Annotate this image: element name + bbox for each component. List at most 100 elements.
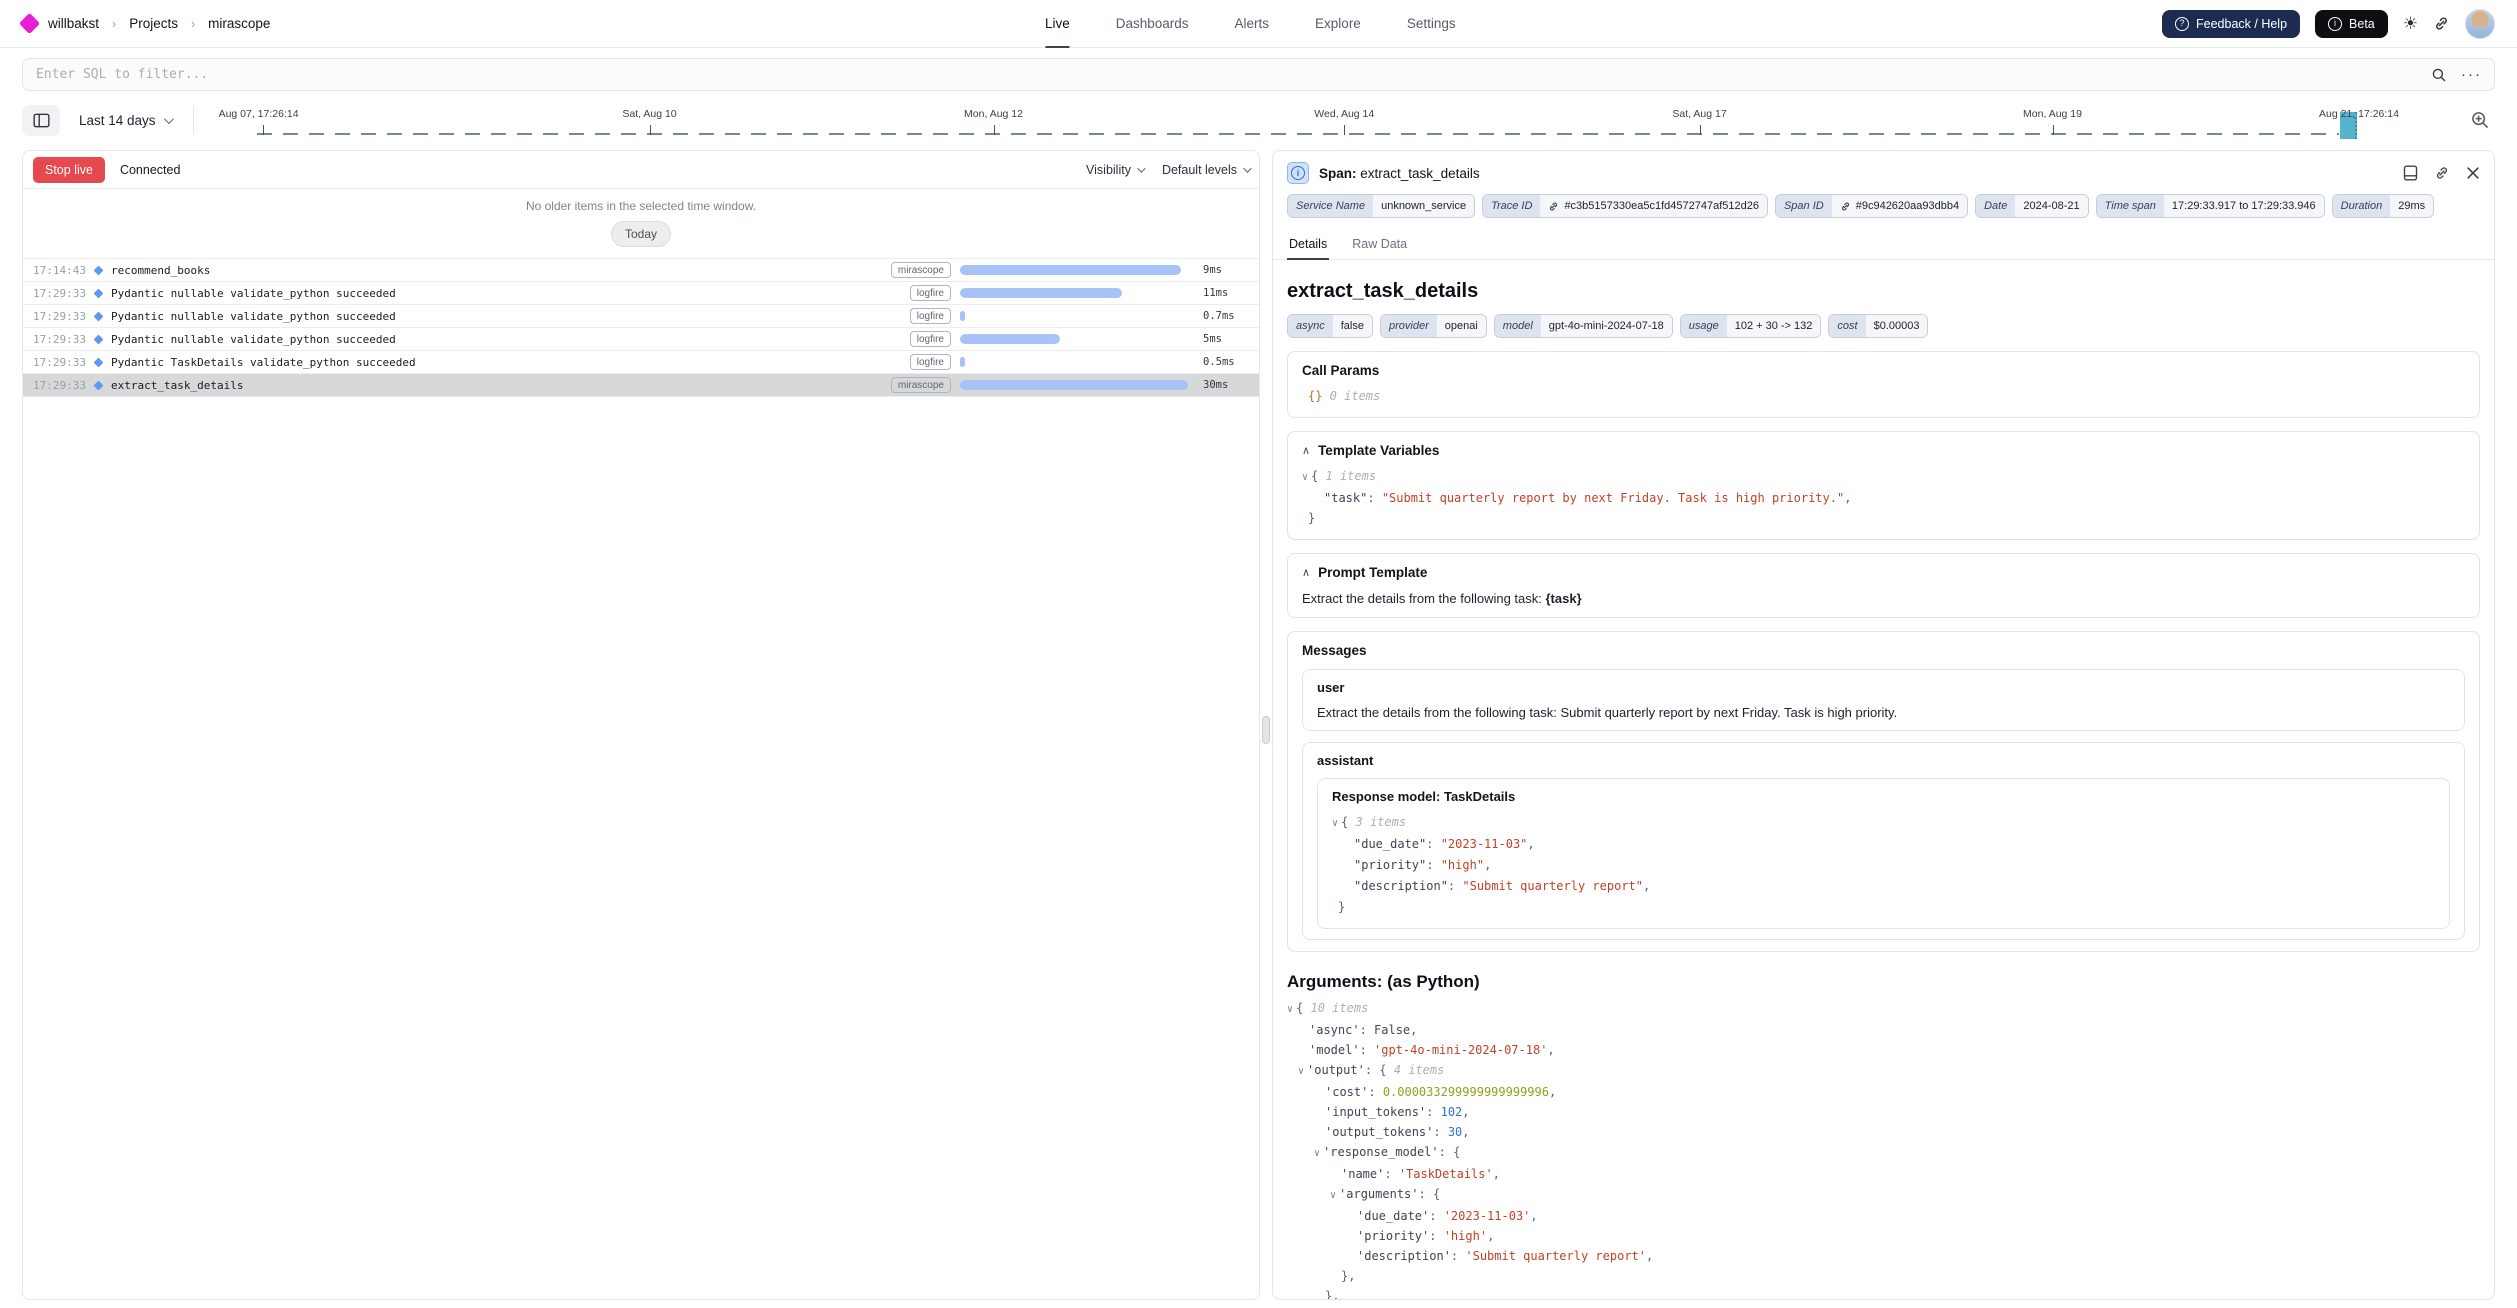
- code-token: 'gpt-4o-mini-2024-07-18': [1374, 1043, 1547, 1057]
- code-token: 'high': [1444, 1229, 1487, 1243]
- trace-row[interactable]: 17:14:43recommend_booksmirascope9ms: [23, 259, 1259, 282]
- duration-bar: [960, 380, 1188, 390]
- logfire-logo-icon[interactable]: [19, 13, 40, 34]
- collapse-caret-icon[interactable]: ∨: [1298, 1066, 1304, 1077]
- meta-pill-label: Service Name: [1288, 195, 1373, 217]
- span-header: i Span: extract_task_details: [1273, 151, 2494, 191]
- breadcrumb-project-name[interactable]: mirascope: [208, 16, 270, 31]
- code-token: 'async': [1309, 1023, 1360, 1037]
- attr-pill-value: openai: [1437, 315, 1486, 337]
- code-line: },: [1287, 1286, 2480, 1300]
- feedback-help-button[interactable]: ? Feedback / Help: [2162, 10, 2300, 38]
- timeline-scrubber[interactable]: Aug 07, 17:26:14 Aug 21, 17:26:14 Sat, A…: [207, 99, 2455, 141]
- visibility-dropdown[interactable]: Visibility: [1086, 163, 1143, 177]
- meta-pill-trace-id[interactable]: Trace ID#c3b5157330ea5c1fd4572747af512d2…: [1482, 194, 1768, 218]
- time-range-select[interactable]: Last 14 days: [70, 113, 180, 128]
- more-options-icon[interactable]: ···: [2461, 66, 2482, 83]
- code-token: :: [1426, 837, 1440, 851]
- code-token: False: [1374, 1023, 1410, 1037]
- collapse-caret-icon[interactable]: ∨: [1314, 1148, 1320, 1159]
- pane-resize-handle[interactable]: [1262, 716, 1270, 744]
- code-line: "description": "Submit quarterly report"…: [1332, 876, 2435, 897]
- trace-row[interactable]: 17:29:33Pydantic TaskDetails validate_py…: [23, 351, 1259, 374]
- user-message-card: user Extract the details from the follow…: [1302, 669, 2465, 731]
- collapse-chevron-icon[interactable]: ∧: [1302, 566, 1310, 579]
- chevron-down-icon: [1243, 164, 1251, 172]
- breadcrumb-org[interactable]: willbakst: [48, 16, 99, 31]
- collapse-caret-icon[interactable]: ∨: [1302, 472, 1308, 483]
- dock-panel-icon[interactable]: [2403, 165, 2418, 181]
- user-avatar[interactable]: [2465, 9, 2495, 39]
- meta-pill-value-text: 2024-08-21: [2023, 200, 2079, 212]
- code-token: 'response_model': [1323, 1145, 1439, 1159]
- duration-bar: [960, 334, 1060, 344]
- code-token: }: [1338, 900, 1345, 914]
- copy-link-icon[interactable]: [2434, 165, 2450, 181]
- chevron-right-icon: ›: [191, 17, 195, 31]
- code-token: ,: [1547, 1043, 1554, 1057]
- trace-row[interactable]: 17:29:33Pydantic nullable validate_pytho…: [23, 305, 1259, 328]
- code-token: 'input_tokens': [1325, 1105, 1426, 1119]
- duration-bar: [960, 265, 1181, 275]
- duration-bar-track: [960, 311, 1188, 321]
- link-icon: [1840, 201, 1851, 212]
- code-token: ,: [1643, 879, 1650, 893]
- chevron-down-icon: [164, 114, 174, 124]
- trace-row-tag: logfire: [910, 331, 951, 347]
- collapse-caret-icon[interactable]: ∨: [1287, 1004, 1293, 1015]
- stop-live-button[interactable]: Stop live: [33, 157, 105, 183]
- trace-row-duration: 11ms: [1197, 287, 1249, 299]
- theme-toggle-icon[interactable]: ☀: [2403, 14, 2418, 34]
- meta-pill-value-text: unknown_service: [1381, 200, 1466, 212]
- breadcrumb-projects[interactable]: Projects: [129, 16, 178, 31]
- collapse-caret-icon[interactable]: ∨: [1332, 818, 1338, 829]
- code-line: "due_date": "2023-11-03",: [1332, 834, 2435, 855]
- attr-pill-provider: provideropenai: [1380, 314, 1487, 338]
- sidebar-toggle-button[interactable]: [22, 105, 60, 136]
- tab-dashboards[interactable]: Dashboards: [1116, 0, 1189, 48]
- code-token: {: [1453, 1145, 1460, 1159]
- span-tab-details[interactable]: Details: [1287, 229, 1329, 260]
- meta-pill-label: Span ID: [1776, 195, 1832, 217]
- code-token: ,: [1646, 1249, 1653, 1263]
- trace-row[interactable]: 17:29:33extract_task_detailsmirascope30m…: [23, 374, 1259, 397]
- attr-pill-label: model: [1495, 315, 1541, 337]
- sql-filter-placeholder: Enter SQL to filter...: [36, 67, 208, 82]
- duration-bar-track: [960, 380, 1188, 390]
- timeline-tick: [263, 125, 264, 135]
- code-token: 1 items: [1318, 469, 1376, 483]
- tab-live[interactable]: Live: [1045, 0, 1070, 48]
- attr-pill-value: gpt-4o-mini-2024-07-18: [1541, 315, 1672, 337]
- code-token: "2023-11-03": [1441, 837, 1528, 851]
- visibility-label: Visibility: [1086, 163, 1131, 177]
- default-levels-dropdown[interactable]: Default levels: [1162, 163, 1249, 177]
- collapse-chevron-icon[interactable]: ∧: [1302, 444, 1310, 457]
- tab-explore[interactable]: Explore: [1315, 0, 1361, 48]
- span-diamond-icon: [94, 288, 104, 298]
- close-icon[interactable]: [2466, 166, 2480, 180]
- duration-bar-track: [960, 265, 1188, 275]
- code-token: }: [1308, 511, 1315, 525]
- code-token: 'arguments': [1339, 1187, 1418, 1201]
- collapse-caret-icon[interactable]: ∨: [1330, 1190, 1336, 1201]
- tab-alerts[interactable]: Alerts: [1235, 0, 1270, 48]
- meta-pill-span-id[interactable]: Span ID#9c942620aa93dbb4: [1775, 194, 1968, 218]
- sql-filter-input[interactable]: Enter SQL to filter...: [22, 58, 2495, 91]
- search-icon[interactable]: [2431, 67, 2447, 83]
- code-token: 3 items: [1348, 815, 1406, 829]
- timeline-tick-label: Sat, Aug 10: [622, 108, 676, 120]
- code-token: ,: [1487, 1229, 1494, 1243]
- beta-button[interactable]: i Beta: [2315, 10, 2388, 38]
- share-link-icon[interactable]: [2433, 15, 2450, 32]
- trace-row[interactable]: 17:29:33Pydantic nullable validate_pytho…: [23, 282, 1259, 305]
- prompt-template-title: Prompt Template: [1318, 565, 1427, 580]
- code-token: :: [1360, 1023, 1374, 1037]
- tab-settings[interactable]: Settings: [1407, 0, 1456, 48]
- zoom-in-icon[interactable]: [2465, 110, 2495, 130]
- code-line: 'description': 'Submit quarterly report'…: [1287, 1246, 2480, 1266]
- span-tab-raw-data[interactable]: Raw Data: [1350, 229, 1409, 260]
- code-token: 0.000033299999999999996: [1383, 1085, 1549, 1099]
- code-token: :: [1360, 1043, 1374, 1057]
- trace-row[interactable]: 17:29:33Pydantic nullable validate_pytho…: [23, 328, 1259, 351]
- code-token: },: [1341, 1269, 1355, 1283]
